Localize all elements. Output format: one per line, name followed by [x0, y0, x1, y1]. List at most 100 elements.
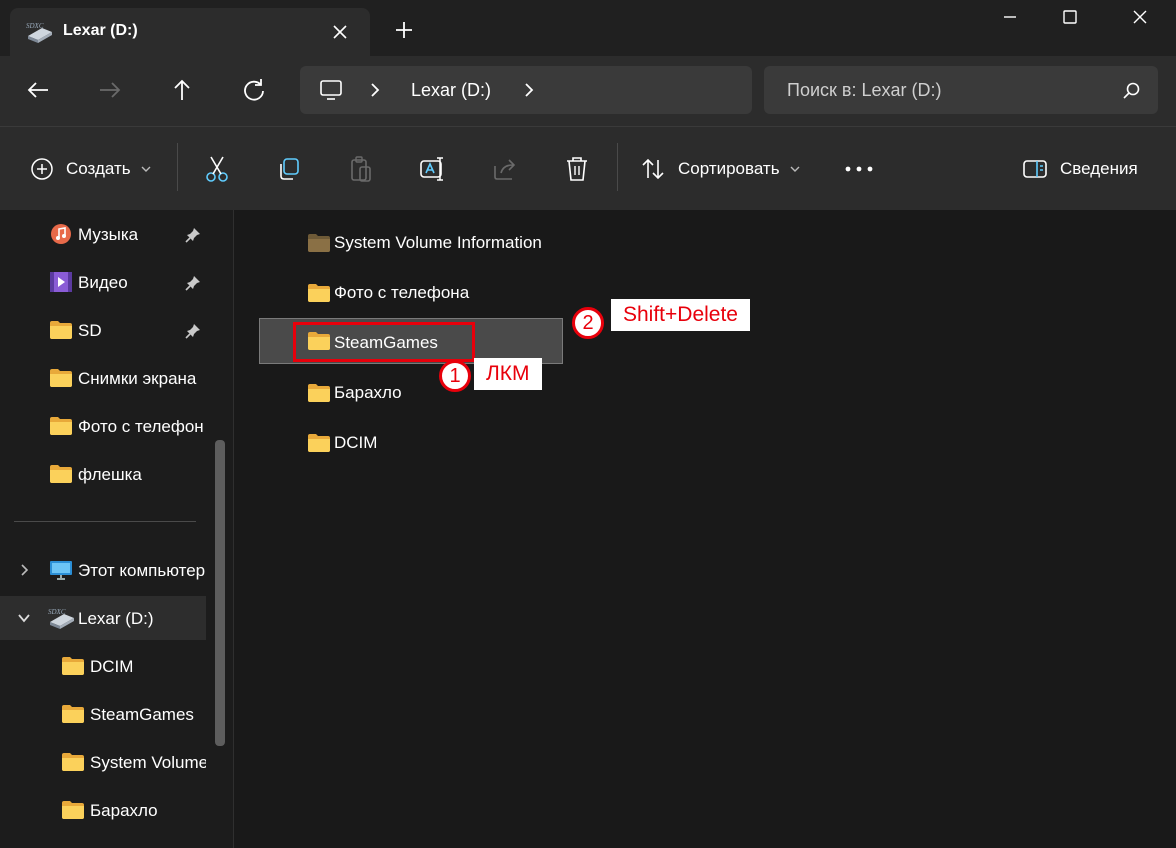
file-name: Фото с телефона: [334, 283, 470, 302]
list-item[interactable]: System Volume Information: [259, 220, 563, 266]
delete-button[interactable]: [564, 151, 590, 187]
pin-icon[interactable]: [184, 322, 202, 340]
step-callout-1: ЛКМ: [474, 358, 542, 390]
sidebar-divider: [14, 521, 196, 522]
system-folder-icon: [307, 233, 331, 253]
cut-button[interactable]: [204, 151, 230, 187]
step-callout-2: Shift+Delete: [611, 299, 750, 331]
arrow-right-icon[interactable]: [92, 74, 128, 106]
sidebar-item-video[interactable]: Видео: [0, 260, 206, 304]
rename-button[interactable]: [419, 151, 447, 187]
scrollbar-thumb[interactable]: [215, 440, 225, 746]
scissors-icon: [206, 156, 228, 182]
more-options-button[interactable]: [844, 151, 874, 187]
title-bar: Lexar (D:): [0, 0, 1176, 56]
sidebar-item-label: флешка: [78, 465, 142, 484]
close-icon[interactable]: [326, 18, 354, 46]
tab-title: Lexar (D:): [63, 22, 138, 39]
command-bar: Создать Сортировать Сведения: [0, 126, 1176, 210]
folder-icon: [61, 703, 85, 725]
sidebar-item-dcim[interactable]: DCIM: [0, 644, 206, 688]
sidebar-item-label: Барахло: [90, 801, 158, 820]
details-button[interactable]: Сведения: [1022, 151, 1138, 187]
chevron-right-icon[interactable]: [16, 562, 32, 578]
sidebar-item-label: Снимки экрана: [78, 369, 197, 388]
drive-icon: [24, 20, 54, 44]
chevron-right-icon[interactable]: [522, 81, 536, 99]
close-icon[interactable]: [1110, 0, 1170, 34]
pin-icon[interactable]: [184, 226, 202, 244]
sidebar-item-label: Фото с телефон: [78, 417, 204, 436]
maximize-icon[interactable]: [1040, 0, 1100, 34]
folder-icon: [61, 655, 85, 677]
pin-icon[interactable]: [184, 274, 202, 292]
sidebar-item-label: System Volume: [90, 753, 206, 772]
sidebar-item-label: DCIM: [90, 657, 134, 676]
arrow-up-icon[interactable]: [164, 74, 200, 106]
sidebar-item-barakhlo[interactable]: Барахло: [0, 788, 206, 832]
file-name: DCIM: [334, 433, 378, 452]
toolbar-divider: [617, 143, 618, 191]
sidebar-item-label: SD: [78, 321, 102, 340]
sidebar-item-label: SteamGames: [90, 705, 194, 724]
sidebar-item-flash[interactable]: флешка: [0, 452, 206, 496]
folder-icon: [49, 463, 73, 485]
monitor-icon: [320, 80, 342, 100]
details-pane-icon: [1023, 160, 1047, 178]
sidebar-item-lexar[interactable]: Lexar (D:): [0, 596, 206, 640]
sidebar-item-sd[interactable]: SD: [0, 308, 206, 352]
sidebar-item-screenshots[interactable]: Снимки экрана: [0, 356, 206, 400]
paste-button[interactable]: [348, 151, 374, 187]
rename-icon: [420, 157, 443, 181]
plus-icon[interactable]: [390, 16, 418, 44]
paste-icon: [351, 156, 371, 182]
folder-icon: [307, 283, 331, 303]
folder-icon: [49, 367, 73, 389]
sidebar-item-label: Видео: [78, 273, 128, 292]
list-item[interactable]: DCIM: [259, 420, 563, 466]
chevron-down-icon: [141, 166, 151, 172]
computer-icon: [50, 561, 72, 580]
search-placeholder: Поиск в: Lexar (D:): [787, 80, 942, 100]
plus-circle-icon: [31, 158, 53, 180]
minimize-icon[interactable]: [980, 0, 1040, 34]
tab-lexar[interactable]: Lexar (D:): [10, 8, 370, 56]
sort-button[interactable]: Сортировать: [640, 151, 802, 187]
folder-icon: [49, 319, 73, 341]
create-button[interactable]: Создать: [30, 151, 153, 187]
arrow-left-icon[interactable]: [20, 74, 56, 106]
file-name: Барахло: [334, 383, 402, 402]
share-button[interactable]: [492, 151, 520, 187]
share-icon: [494, 159, 516, 180]
sidebar-item-music[interactable]: Музыка: [0, 212, 206, 256]
refresh-icon[interactable]: [236, 74, 272, 106]
search-icon[interactable]: [1122, 81, 1142, 101]
sidebar-item-label: Lexar (D:): [78, 609, 154, 628]
drive-icon: [46, 606, 76, 630]
sidebar-item-label: Этот компьютер: [78, 561, 206, 580]
music-icon: [51, 224, 71, 244]
sidebar-item-system-volume[interactable]: System Volume: [0, 740, 206, 784]
sidebar-item-steamgames[interactable]: SteamGames: [0, 692, 206, 736]
sidebar-item-this-pc[interactable]: Этот компьютер: [0, 548, 206, 592]
folder-icon: [307, 433, 331, 453]
trash-icon: [567, 157, 587, 181]
copy-button[interactable]: [276, 151, 302, 187]
address-bar[interactable]: Lexar (D:): [300, 66, 752, 114]
search-input[interactable]: Поиск в: Lexar (D:): [764, 66, 1158, 114]
chevron-down-icon[interactable]: [16, 610, 32, 626]
list-item[interactable]: Фото с телефона: [259, 270, 563, 316]
chevron-right-icon[interactable]: [368, 81, 382, 99]
chevron-down-icon: [790, 166, 800, 172]
folder-icon: [307, 383, 331, 403]
navigation-bar: Lexar (D:) Поиск в: Lexar (D:): [0, 56, 1176, 126]
sort-label: Сортировать: [678, 159, 780, 178]
sidebar-item-phone-photos[interactable]: Фото с телефон: [0, 404, 206, 448]
sort-icon: [642, 158, 664, 180]
details-label: Сведения: [1060, 159, 1138, 178]
copy-icon: [280, 158, 299, 180]
breadcrumb[interactable]: Lexar (D:): [411, 80, 491, 101]
sidebar-item-label: Музыка: [78, 225, 139, 244]
step-badge-1: 1: [439, 360, 471, 392]
folder-icon: [61, 751, 85, 773]
